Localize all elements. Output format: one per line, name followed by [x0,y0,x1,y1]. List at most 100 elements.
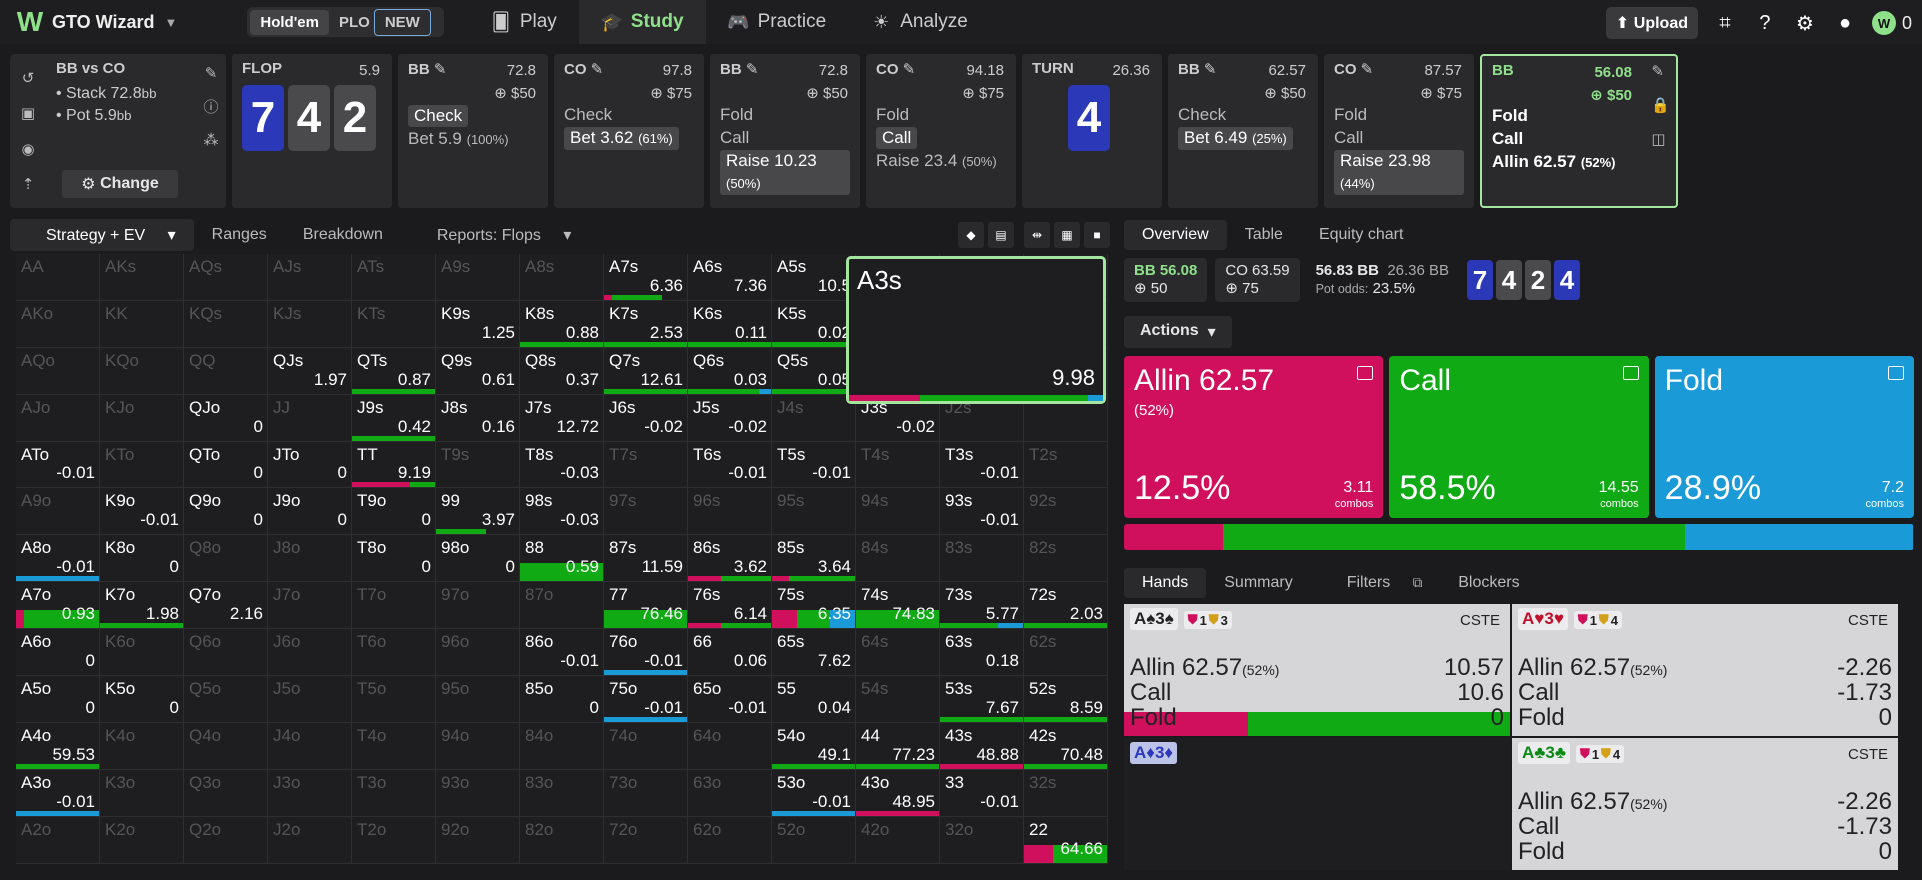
action-tile[interactable]: Fold 28.9% 7.2 combos [1654,356,1914,518]
hand-cell[interactable]: T8s -0.03 [520,441,604,489]
hand-cell[interactable]: Q4o [184,722,268,770]
hand-cell[interactable]: 85s 3.64 [772,535,856,583]
tab-strategy-ev[interactable]: Strategy + EV ▾ [10,219,194,251]
hand-cell[interactable]: K4o [100,722,184,770]
node-action[interactable]: Bet 3.62 (61%) [564,127,679,150]
hand-combo-card[interactable]: A♥3♥ ⛊ 1 ⛊ 4 CSTE Allin 62.57(52%) -2.26 Call -1.… [1512,604,1898,736]
hand-cell[interactable]: J8o [268,535,352,583]
hand-cell[interactable]: 42s 70.48 [1024,722,1108,770]
tab-equity-chart[interactable]: Equity chart [1301,220,1421,250]
turn-card[interactable]: TURN 26.36 4 [1022,54,1162,208]
mode-holdem[interactable]: Hold'em [250,9,329,35]
hand-cell[interactable]: 97o [436,582,520,630]
hand-cell[interactable]: 99 3.97 [436,488,520,536]
lock-icon[interactable]: 🔒 [1651,96,1670,114]
hand-cell[interactable]: 64s [856,629,940,677]
hand-cell[interactable]: Q7o 2.16 [184,582,268,630]
hand-cell[interactable]: J6o [268,629,352,677]
hand-cell[interactable]: 74s 74.83 [856,582,940,630]
hand-cell[interactable]: 86o -0.01 [520,629,604,677]
logo-icon[interactable]: W [12,0,48,44]
hand-cell[interactable]: ATs [352,254,436,301]
hand-cell[interactable]: J2o [268,816,352,864]
hand-cell[interactable]: QJo 0 [184,394,268,442]
hand-cell[interactable]: K6s 0.11 [688,300,772,348]
hand-cell[interactable]: 87s 11.59 [604,535,688,583]
square-icon[interactable]: ■ [1084,222,1110,248]
hand-cell[interactable]: AKs [100,254,184,301]
actions-dropdown[interactable]: Actions ▾ [1124,316,1232,348]
hand-cell[interactable]: 54s [856,676,940,723]
nav-analyze[interactable]: ☀ Analyze [848,0,990,44]
hand-cell[interactable]: K2o [100,816,184,864]
node-action[interactable]: Fold [720,104,850,126]
pencil-icon[interactable]: ✎ [205,64,218,82]
node-action[interactable]: Fold [876,104,1006,126]
flop-card[interactable]: FLOP 5.9 7 4 2 [232,54,392,208]
hand-cell[interactable]: K9s 1.25 [436,300,520,348]
pencil-icon[interactable]: ✎ [1651,62,1670,80]
hand-cell[interactable]: Q5s 0.05 [772,347,856,395]
hand-cell[interactable]: A7o 0.93 [16,582,100,630]
hand-cell[interactable]: Q9s 0.61 [436,347,520,395]
hand-cell[interactable]: 44 77.23 [856,722,940,770]
hand-cell[interactable]: QQ [184,347,268,395]
tab-reports[interactable]: Reports: Flops ▾ [401,219,590,251]
hand-cell[interactable]: QTs 0.87 [352,347,436,395]
hand-cell[interactable]: T3s -0.01 [940,441,1024,489]
hand-cell[interactable]: KTs [352,300,436,348]
hand-cell[interactable]: A6s 7.36 [688,254,772,301]
hand-cell[interactable]: J9s 0.42 [352,394,436,442]
node-action[interactable]: Fold [1334,104,1464,126]
hand-cell[interactable]: K5s 0.02 [772,300,856,348]
hand-cell[interactable]: 62o [688,816,772,864]
hand-cell[interactable]: T3o [352,769,436,817]
grid-icon[interactable]: ▦ [1054,222,1080,248]
action-node-card[interactable]: BB 56.08 ⊕ $50 Fold Call Allin 62.57 (52%) ✎… [1480,54,1678,208]
hand-cell[interactable]: AQs [184,254,268,301]
hand-cell[interactable]: T7o [352,582,436,630]
hand-cell[interactable]: Q3o [184,769,268,817]
hand-cell[interactable]: AJo [16,394,100,442]
hand-cell[interactable]: 82s [1024,535,1108,583]
nav-play[interactable]: 🂠 Play [468,0,579,44]
hand-cell[interactable]: 95o [436,676,520,723]
action-node-card[interactable]: BB ✎ 72.8 ⊕ $50 Fold Call Raise 10.23 (50%) [710,54,860,208]
node-action[interactable]: Raise 10.23 (50%) [720,150,850,195]
split-view-icon[interactable]: ▤ [988,222,1014,248]
node-action[interactable]: Call [876,127,918,149]
node-action[interactable]: Call [1492,128,1666,150]
user-icon[interactable]: ● [1832,10,1858,36]
hand-cell[interactable]: 85o 0 [520,676,604,723]
hand-cell[interactable]: A9s [436,254,520,301]
hand-cell[interactable]: A5s 10.5 [772,254,856,301]
hand-cell[interactable]: 65s 7.62 [772,629,856,677]
hand-cell[interactable]: 52o [772,816,856,864]
tab-blockers[interactable]: Blockers [1440,568,1537,598]
hand-cell[interactable]: J4o [268,722,352,770]
node-action[interactable]: Call [1334,127,1464,149]
hand-cell[interactable]: 84o [520,722,604,770]
hand-combo-card[interactable]: A♠3♠ ⛊ 1 ⛊ 3 CSTE Allin 62.57(52%) 10.57 Call 10.… [1124,604,1510,736]
details-icon[interactable] [1357,366,1374,380]
hand-cell[interactable]: A6o 0 [16,629,100,677]
help-icon[interactable]: ? [1752,10,1778,36]
hand-cell[interactable]: 75o -0.01 [604,676,688,723]
hand-cell[interactable]: Q8o [184,535,268,583]
action-node-card[interactable]: CO ✎ 94.18 ⊕ $75 Fold Call Raise 23.4 (50%) [866,54,1016,208]
hand-cell[interactable]: 83o [520,769,604,817]
hand-cell[interactable]: 73o [604,769,688,817]
node-action[interactable]: Raise 23.98 (44%) [1334,150,1464,195]
hand-cell[interactable]: AQo [16,347,100,395]
action-node-card[interactable]: CO ✎ 87.57 ⊕ $75 Fold Call Raise 23.98 (44%… [1324,54,1474,208]
upload-button[interactable]: ⬆ Upload [1605,7,1698,39]
hand-cell[interactable]: KJs [268,300,352,348]
hand-cell[interactable]: Q5o [184,676,268,723]
hand-cell[interactable]: J3o [268,769,352,817]
hand-cell[interactable]: 97s [604,488,688,536]
node-action[interactable]: Bet 5.9 (100%) [408,128,538,151]
compact-icon[interactable]: ⇹ [1024,222,1050,248]
node-action[interactable]: Fold [1492,105,1666,127]
save-icon[interactable]: ▣ [21,104,35,122]
hand-cell[interactable]: T4s [856,441,940,489]
